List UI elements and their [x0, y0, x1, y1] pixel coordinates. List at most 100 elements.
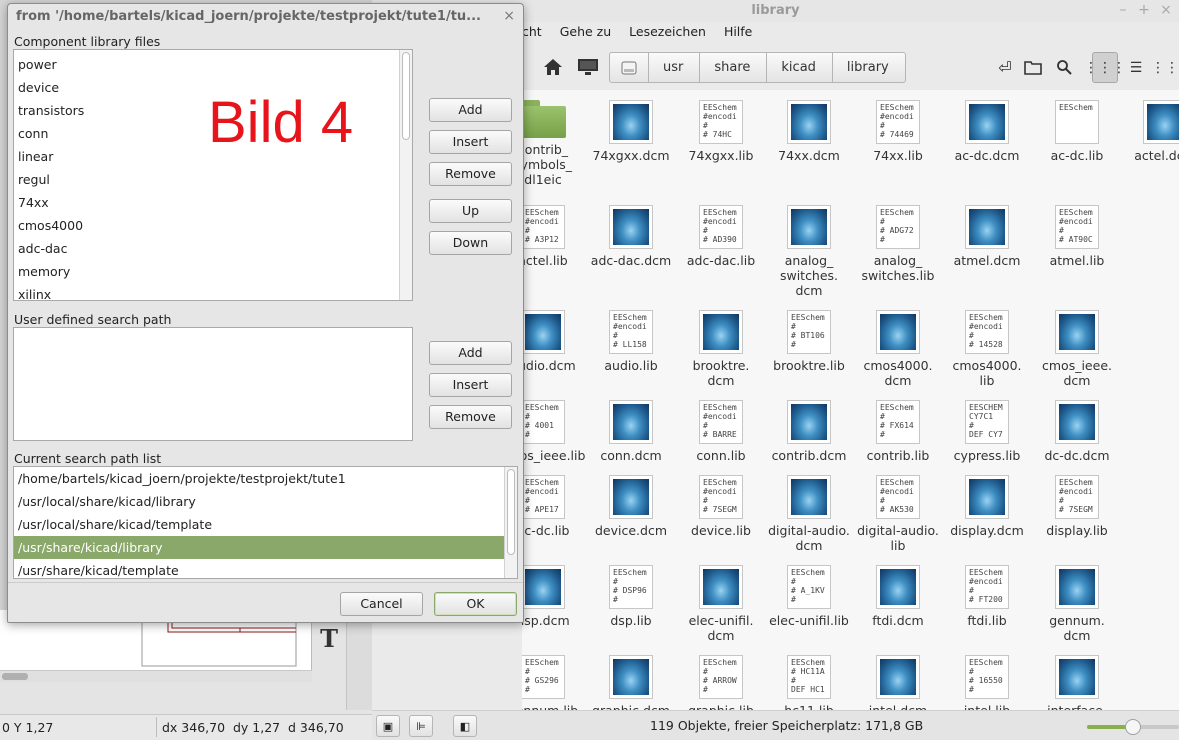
menu-go[interactable]: Gehe zu	[560, 24, 611, 44]
file-item[interactable]: 74xgxx.dcm	[586, 100, 676, 163]
file-item[interactable]: EESchem #encodi # # 14528 cmos4000. lib	[942, 310, 1032, 388]
file-item[interactable]: EESchem # # 16550 # intel.lib	[942, 655, 1032, 710]
zoom-slider-handle[interactable]	[1125, 719, 1141, 735]
file-item[interactable]: adc-dac.dcm	[586, 205, 676, 268]
file-item[interactable]: EESchem # HC11A # DEF HC1 hc11.lib	[764, 655, 854, 710]
scrollbar-thumb[interactable]	[507, 469, 515, 555]
text-tool-icon[interactable]: T	[314, 624, 344, 654]
search-path-scrollbar[interactable]	[504, 467, 517, 578]
library-add-button[interactable]: Add	[429, 98, 512, 122]
file-item[interactable]: 74xx.dcm	[764, 100, 854, 163]
file-item[interactable]: EESchem # # ARROW # graphic.lib	[676, 655, 766, 710]
file-item[interactable]: EESchem # # FX614 # contrib.lib	[853, 400, 943, 463]
file-item[interactable]: analog_ switches. dcm	[764, 205, 854, 298]
open-terminal-icon[interactable]: ⏎	[992, 54, 1018, 80]
file-item[interactable]: EESchem #encodi # # AK530 digital-audio. …	[853, 475, 943, 553]
file-item[interactable]: EESchem #encodi # # 74469 74xx.lib	[853, 100, 943, 163]
file-item[interactable]: ac-dc.dcm	[942, 100, 1032, 163]
file-item[interactable]: graphic.dcm	[586, 655, 676, 710]
home-icon[interactable]	[540, 54, 566, 80]
file-item[interactable]: ftdi.dcm	[853, 565, 943, 628]
file-item[interactable]: digital-audio. dcm	[764, 475, 854, 553]
drive-icon[interactable]	[609, 52, 649, 83]
menu-help[interactable]: Hilfe	[724, 24, 752, 44]
search-path-item[interactable]: /usr/local/share/kicad/library	[14, 490, 505, 513]
user-path-remove-button[interactable]: Remove	[429, 405, 512, 429]
breadcrumb-library[interactable]: library	[832, 52, 906, 83]
file-item[interactable]: gennum. dcm	[1032, 565, 1122, 643]
library-file-item[interactable]: cmos4000	[14, 214, 412, 237]
menu-bookmarks[interactable]: Lesezeichen	[629, 24, 706, 44]
file-item[interactable]: contrib.dcm	[764, 400, 854, 463]
file-item[interactable]: device.dcm	[586, 475, 676, 538]
file-item[interactable]: EESchem #encodi # # FT200 ftdi.lib	[942, 565, 1032, 628]
file-item[interactable]: dc-dc.dcm	[1032, 400, 1122, 463]
file-item[interactable]: dsp.dcm	[522, 565, 588, 628]
file-item[interactable]: conn.dcm	[586, 400, 676, 463]
file-item[interactable]: EESchem #encodi # # A3P12 actel.lib	[522, 205, 588, 268]
cancel-button[interactable]: Cancel	[340, 592, 423, 616]
library-file-item[interactable]: regul	[14, 168, 412, 191]
library-file-item[interactable]: adc-dac	[14, 237, 412, 260]
ok-button[interactable]: OK	[434, 592, 517, 616]
file-item[interactable]: cmos_ieee. dcm	[1032, 310, 1122, 388]
scrollbar-thumb[interactable]	[2, 673, 28, 680]
file-item[interactable]: EESchem #encodi # # AT90C atmel.lib	[1032, 205, 1122, 268]
breadcrumb-usr[interactable]: usr	[649, 52, 701, 83]
search-path-item[interactable]: /usr/local/share/kicad/template	[14, 513, 505, 536]
list-view-icon[interactable]: ☰	[1123, 52, 1149, 83]
file-item[interactable]: EESchem #encodi # # 7SEGM display.lib	[1032, 475, 1122, 538]
tree-icon[interactable]: ⊫	[409, 715, 433, 737]
new-folder-icon[interactable]	[1020, 54, 1046, 80]
file-item[interactable]: cmos4000. dcm	[853, 310, 943, 388]
file-item[interactable]: EESchem ac-dc.lib	[1032, 100, 1122, 163]
file-item[interactable]: brooktre. dcm	[676, 310, 766, 388]
file-item[interactable]: EESchem # # ADG72 # analog_ switches.lib	[853, 205, 943, 283]
folder-item[interactable]: contrib_ symbols_ dl1eic	[522, 100, 588, 187]
file-item[interactable]: EESchem #encodi # # AD390 adc-dac.lib	[676, 205, 766, 268]
file-item[interactable]: elec-unifil. dcm	[676, 565, 766, 643]
breadcrumb-kicad[interactable]: kicad	[767, 52, 833, 83]
scrollbar-thumb[interactable]	[402, 52, 410, 140]
close-icon[interactable]: ×	[1158, 2, 1174, 18]
file-item[interactable]: EESCHEM CY7C1 # DEF CY7 cypress.lib	[942, 400, 1032, 463]
file-item[interactable]: EESchem #encodi # # APE17 dc-dc.lib	[522, 475, 588, 538]
search-path-item[interactable]: /usr/share/kicad/template	[14, 559, 505, 578]
breadcrumb-share[interactable]: share	[700, 52, 768, 83]
library-file-item[interactable]: 74xx	[14, 191, 412, 214]
library-down-button[interactable]: Down	[429, 231, 512, 255]
library-file-item[interactable]: xilinx	[14, 283, 412, 300]
file-item[interactable]: display.dcm	[942, 475, 1032, 538]
file-item[interactable]: EESchem #encodi # # 7SEGM device.lib	[676, 475, 766, 538]
file-item[interactable]: actel.dcm	[1120, 100, 1179, 163]
file-item[interactable]: EESchem # # DSP96 # dsp.lib	[586, 565, 676, 628]
library-file-item[interactable]: memory	[14, 260, 412, 283]
hide-sidebar-icon[interactable]: ◧	[453, 715, 477, 737]
user-path-list[interactable]	[13, 327, 413, 441]
compact-view-icon[interactable]: ⋮⋮	[1151, 52, 1179, 83]
file-item[interactable]: EESchem #encodi # # LL158 audio.lib	[586, 310, 676, 373]
file-item[interactable]: EESchem #encodi # # 74HC 74xgxx.lib	[676, 100, 766, 163]
menu-view[interactable]: cht	[522, 24, 542, 44]
user-path-insert-button[interactable]: Insert	[429, 373, 512, 397]
search-icon[interactable]	[1051, 54, 1077, 80]
computer-icon[interactable]	[575, 54, 601, 80]
library-remove-button[interactable]: Remove	[429, 162, 512, 186]
maximize-icon[interactable]: +	[1136, 2, 1152, 18]
search-path-item[interactable]: /home/bartels/kicad_joern/projekte/testp…	[14, 467, 505, 490]
file-item[interactable]: EESchem # # GS296 # gennum.lib	[522, 655, 588, 710]
file-item[interactable]: interface.	[1032, 655, 1122, 710]
file-item[interactable]: intel.dcm	[853, 655, 943, 710]
file-item[interactable]: audio.dcm	[522, 310, 588, 373]
library-files-list[interactable]: power device transistors conn linear regul 74x…	[13, 49, 413, 301]
file-item[interactable]: atmel.dcm	[942, 205, 1032, 268]
search-path-item[interactable]: /usr/share/kicad/library	[14, 536, 505, 559]
file-item[interactable]: EESchem #encodi # # BARRE conn.lib	[676, 400, 766, 463]
library-file-item[interactable]: power	[14, 53, 412, 76]
file-item[interactable]: EESchem # # A_1KV # elec-unifil.lib	[764, 565, 854, 628]
library-up-button[interactable]: Up	[429, 199, 512, 223]
search-path-list[interactable]: /home/bartels/kicad_joern/projekte/testp…	[13, 466, 518, 579]
close-icon[interactable]: ×	[503, 8, 515, 24]
places-icon[interactable]: ▣	[376, 715, 400, 737]
icon-view-icon[interactable]: ⋮⋮⋮	[1084, 52, 1126, 83]
